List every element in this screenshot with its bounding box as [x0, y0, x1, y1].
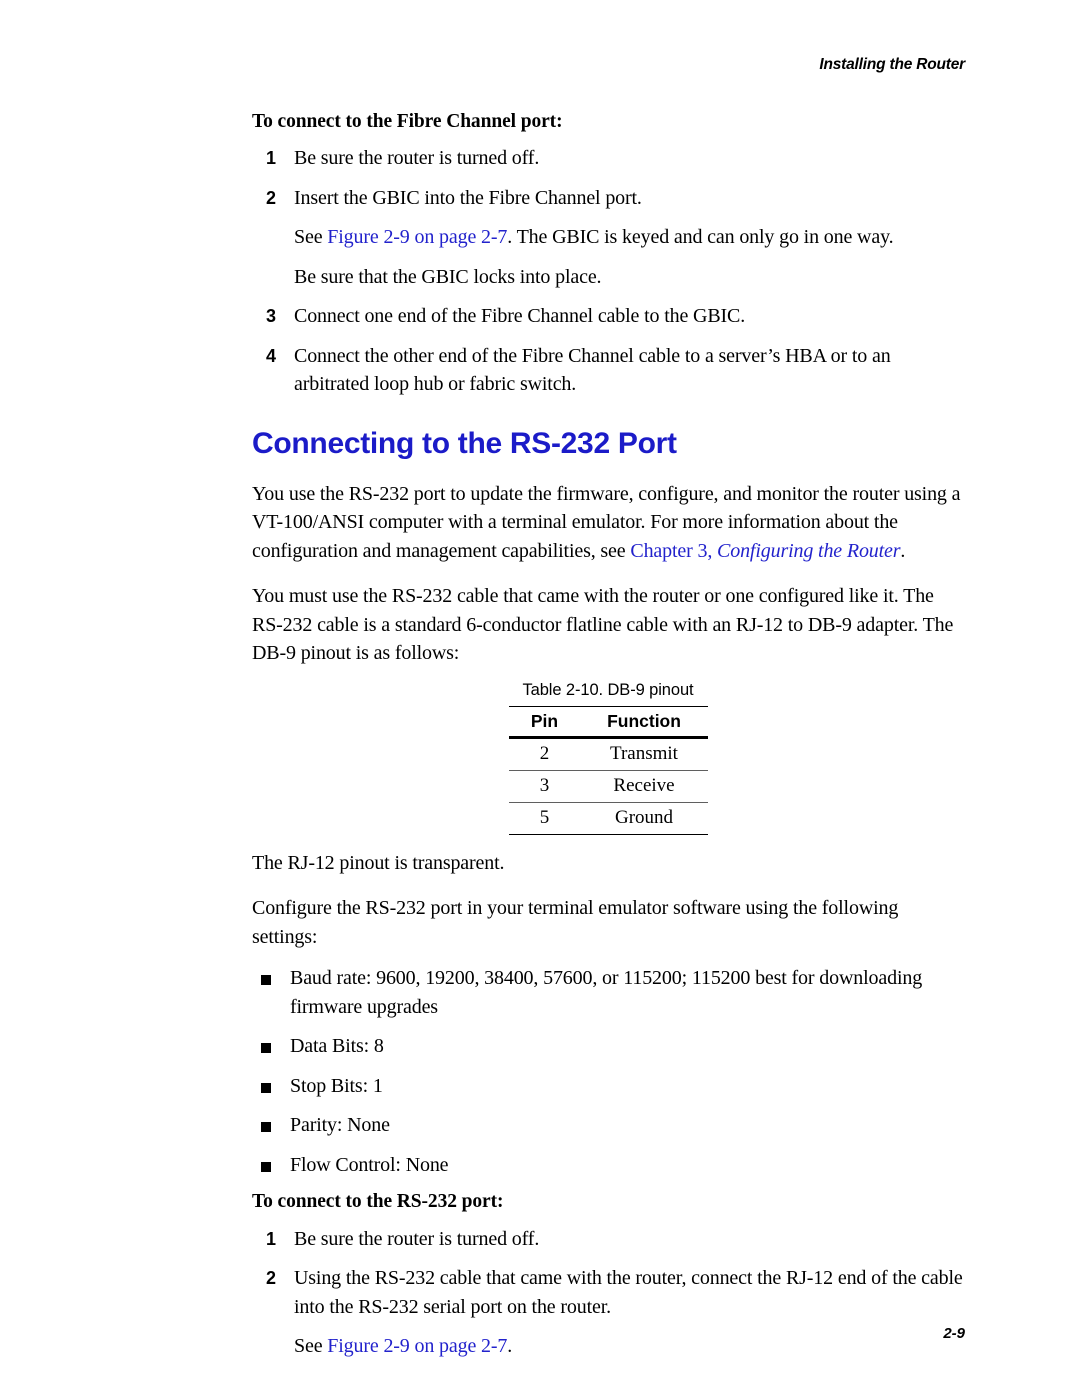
page-number: 2-9	[943, 1325, 965, 1342]
list-item-label: Parity: None	[290, 1114, 390, 1137]
square-bullet-icon	[261, 1082, 271, 1093]
table-row: 3 Receive	[508, 770, 708, 803]
table-row: 5 Ground	[508, 802, 708, 835]
rj12-transparent-paragraph: The RJ-12 pinout is transparent.	[252, 851, 505, 874]
step-item: 3 Connect one end of the Fibre Channel c…	[252, 302, 964, 331]
list-item: Data Bits: 8	[252, 1032, 964, 1061]
square-bullet-icon	[261, 1122, 271, 1133]
step-sub-paragraph: See Figure 2-9 on page 2-7. The GBIC is …	[252, 223, 964, 252]
step-text: Be sure the router is turned off.	[294, 1227, 540, 1250]
step-item: 1 Be sure the router is turned off.	[252, 1225, 964, 1254]
cell-pin: 5	[508, 802, 581, 835]
running-header: Installing the Router	[819, 56, 965, 73]
list-item-label: Baud rate: 9600, 19200, 38400, 57600, or…	[290, 967, 923, 1018]
see-suffix: . The GBIC is keyed and can only go in o…	[507, 226, 894, 249]
step-number: 3	[265, 306, 276, 327]
square-bullet-icon	[261, 1161, 271, 1172]
list-item: Stop Bits: 1	[252, 1072, 964, 1101]
figure-2-9-xref-link[interactable]: Figure 2-9 on page 2-7	[327, 226, 507, 248]
list-item-label: Stop Bits: 1	[290, 1074, 383, 1097]
step-item: 4 Connect the other end of the Fibre Cha…	[252, 342, 964, 399]
rs232-intro-period: .	[900, 539, 906, 562]
step-text: Connect the other end of the Fibre Chann…	[294, 344, 891, 396]
table-header-row: Pin Function	[508, 705, 708, 739]
cell-pin: 3	[508, 770, 581, 803]
step-sub-paragraph-2: Be sure that the GBIC locks into place.	[294, 265, 602, 288]
step-text: Insert the GBIC into the Fibre Channel p…	[294, 186, 642, 209]
step-item: 2 Using the RS-232 cable that came with …	[252, 1264, 964, 1321]
square-bullet-icon	[261, 975, 271, 986]
section-heading-rs232: Connecting to the RS-232 Port	[252, 426, 677, 460]
square-bullet-icon	[261, 1043, 271, 1054]
step-text: Be sure the router is turned off.	[294, 147, 540, 170]
step-number: 2	[265, 1268, 276, 1289]
see-prefix: See	[294, 226, 328, 249]
step-item: 2 Insert the GBIC into the Fibre Channel…	[252, 184, 964, 213]
column-header-pin: Pin	[508, 705, 581, 739]
chapter-3-label: Chapter 3,	[630, 539, 718, 562]
configuring-the-router-title: Configuring the Router	[717, 539, 901, 562]
rs232-cable-paragraph: You must use the RS-232 cable that came …	[252, 585, 954, 665]
list-item: Parity: None	[252, 1111, 964, 1140]
db9-pinout-table: Pin Function 2 Transmit 3 Receive 5 Grou…	[508, 705, 708, 835]
configure-settings-paragraph: Configure the RS-232 port in your termin…	[252, 897, 899, 948]
pinout-table-wrapper: Table 2-10. DB-9 pinout Pin Function 2 T…	[252, 681, 964, 835]
step-text: Connect one end of the Fibre Channel cab…	[294, 305, 746, 328]
chapter-3-xref-link[interactable]: Chapter 3, Configuring the Router	[630, 540, 900, 562]
cell-pin: 2	[508, 737, 581, 771]
step-number: 2	[265, 187, 276, 208]
list-item-label: Data Bits: 8	[290, 1035, 384, 1058]
page-content: To connect to the Fibre Channel port: 1 …	[252, 110, 964, 1372]
column-header-function: Function	[580, 705, 708, 739]
list-item: Flow Control: None	[252, 1151, 964, 1180]
cell-function: Ground	[580, 802, 708, 835]
rs232-intro-paragraph: You use the RS-232 port to update the fi…	[252, 480, 964, 566]
step-item: 1 Be sure the router is turned off.	[252, 144, 964, 173]
step-text: Using the RS-232 cable that came with th…	[294, 1267, 963, 1318]
cell-function: Receive	[580, 770, 708, 803]
rs232-connect-run-in-heading: To connect to the RS-232 port:	[252, 1191, 504, 1213]
settings-bullet-list: Baud rate: 9600, 19200, 38400, 57600, or…	[252, 964, 964, 1179]
list-item: Baud rate: 9600, 19200, 38400, 57600, or…	[252, 964, 964, 1021]
step-number: 1	[265, 148, 276, 169]
list-item-label: Flow Control: None	[290, 1153, 449, 1176]
cell-function: Transmit	[580, 737, 708, 771]
step-number: 4	[265, 345, 276, 366]
pinout-table-caption: Table 2-10. DB-9 pinout	[522, 680, 694, 699]
table-row: 2 Transmit	[508, 737, 708, 771]
step-number: 1	[265, 1228, 276, 1249]
document-page: Installing the Router To connect to the …	[0, 0, 1080, 1397]
fibre-channel-run-in-heading: To connect to the Fibre Channel port:	[252, 111, 563, 132]
